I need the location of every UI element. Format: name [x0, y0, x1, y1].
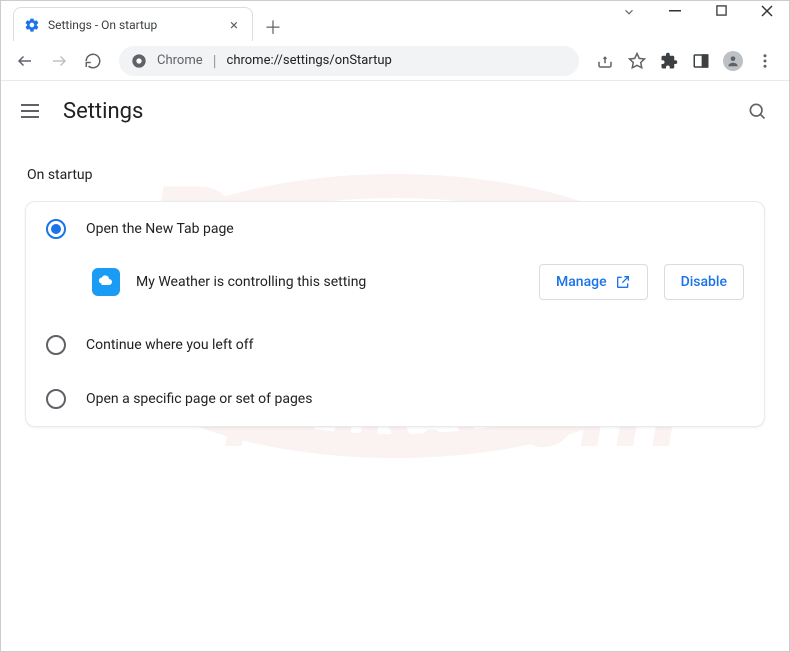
tab-title: Settings - On startup: [48, 18, 218, 32]
kebab-menu-icon[interactable]: [751, 47, 779, 75]
profile-avatar[interactable]: [719, 47, 747, 75]
back-button[interactable]: [11, 47, 39, 75]
option-specific-pages[interactable]: Open a specific page or set of pages: [26, 372, 764, 426]
radio-unselected-icon[interactable]: [46, 335, 66, 355]
browser-tab[interactable]: Settings - On startup ×: [13, 7, 253, 41]
extension-app-icon: [92, 268, 120, 296]
window-controls: [615, 5, 781, 23]
toolbar: Chrome | chrome://settings/onStartup: [1, 41, 789, 81]
manage-button[interactable]: Manage: [539, 264, 648, 300]
url-text: chrome://settings/onStartup: [227, 53, 392, 68]
option-new-tab[interactable]: Open the New Tab page: [26, 202, 764, 256]
settings-gear-icon: [24, 17, 40, 33]
bookmark-star-icon[interactable]: [623, 47, 651, 75]
settings-header: Settings: [1, 81, 789, 141]
url-separator: |: [213, 51, 217, 70]
close-icon[interactable]: [753, 5, 781, 23]
minimize-icon[interactable]: [661, 5, 689, 23]
startup-options-card: Open the New Tab page My Weather is cont…: [25, 201, 765, 427]
option-label: Open a specific page or set of pages: [86, 391, 312, 407]
disable-button-label: Disable: [681, 274, 727, 290]
titlebar: Settings - On startup × ＋: [1, 1, 789, 41]
open-external-icon: [615, 274, 631, 290]
disable-button[interactable]: Disable: [664, 264, 744, 300]
option-continue[interactable]: Continue where you left off: [26, 318, 764, 372]
radio-selected-icon[interactable]: [46, 219, 66, 239]
reload-button[interactable]: [79, 47, 107, 75]
address-bar[interactable]: Chrome | chrome://settings/onStartup: [119, 46, 579, 76]
sidepanel-icon[interactable]: [687, 47, 715, 75]
chrome-icon: [131, 53, 147, 69]
forward-button: [45, 47, 73, 75]
content-area: On startup Open the New Tab page My Weat…: [1, 141, 789, 435]
option-label: Open the New Tab page: [86, 221, 234, 237]
radio-unselected-icon[interactable]: [46, 389, 66, 409]
hamburger-menu-icon[interactable]: [21, 99, 45, 123]
maximize-icon[interactable]: [707, 5, 735, 23]
tab-close-icon[interactable]: ×: [226, 17, 242, 33]
option-label: Continue where you left off: [86, 337, 254, 353]
page-title: Settings: [63, 99, 143, 124]
manage-button-label: Manage: [556, 274, 607, 290]
extension-notice-row: My Weather is controlling this setting M…: [26, 256, 764, 318]
extensions-puzzle-icon[interactable]: [655, 47, 683, 75]
section-title: On startup: [27, 167, 765, 183]
search-icon[interactable]: [745, 99, 769, 123]
extension-notice-text: My Weather is controlling this setting: [136, 274, 523, 290]
new-tab-button[interactable]: ＋: [259, 13, 287, 41]
share-icon[interactable]: [591, 47, 619, 75]
chevron-down-icon[interactable]: [615, 5, 643, 23]
url-scheme-label: Chrome: [157, 53, 203, 68]
